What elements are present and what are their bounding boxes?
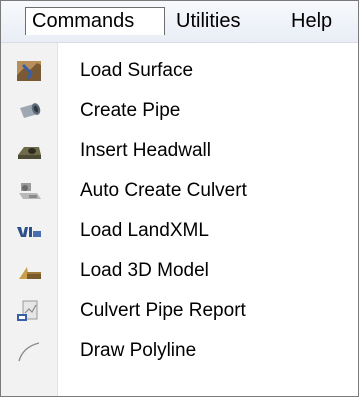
landxml-icon	[17, 227, 41, 237]
menu-item-label: Culvert Pipe Report	[80, 300, 246, 321]
menu-item-load-3d-model[interactable]: Load 3D Model	[1, 251, 358, 291]
menu-item-load-landxml[interactable]: Load LandXML	[1, 211, 358, 251]
menu-item-label: Insert Headwall	[80, 140, 211, 161]
menu-help[interactable]: Help	[285, 7, 338, 35]
headwall-icon	[18, 147, 41, 159]
pipe-icon	[20, 103, 41, 118]
menu-item-draw-polyline[interactable]: Draw Polyline	[1, 331, 358, 371]
model-3d-icon	[19, 267, 41, 279]
menu-item-label: Load Surface	[80, 60, 194, 81]
menu-item-auto-create-culvert[interactable]: Auto Create Culvert	[1, 171, 358, 211]
menu-item-culvert-pipe-report[interactable]: Culvert Pipe Report	[1, 291, 358, 331]
menu-item-insert-headwall[interactable]: Insert Headwall	[1, 131, 358, 171]
menu-item-load-surface[interactable]: Load Surface	[1, 51, 358, 91]
surface-icon	[17, 61, 41, 81]
menu-item-label: Draw Polyline	[80, 340, 197, 361]
application-window: Commands Utilities Help Load Surface Cre…	[0, 0, 359, 397]
polyline-icon	[18, 342, 40, 362]
menu-item-label: Load LandXML	[80, 220, 209, 241]
report-icon	[17, 300, 38, 321]
commands-dropdown: Load Surface Create Pipe Insert Headwall	[1, 43, 358, 396]
menu-bar: Commands Utilities Help	[1, 1, 358, 43]
menu-item-label: Auto Create Culvert	[80, 180, 247, 201]
menu-item-label: Load 3D Model	[80, 260, 209, 281]
culvert-icon	[19, 183, 41, 199]
menu-utilities[interactable]: Utilities	[170, 7, 246, 35]
menu-item-label: Create Pipe	[80, 100, 181, 121]
menu-commands[interactable]: Commands	[25, 7, 165, 35]
menu-item-create-pipe[interactable]: Create Pipe	[1, 91, 358, 131]
